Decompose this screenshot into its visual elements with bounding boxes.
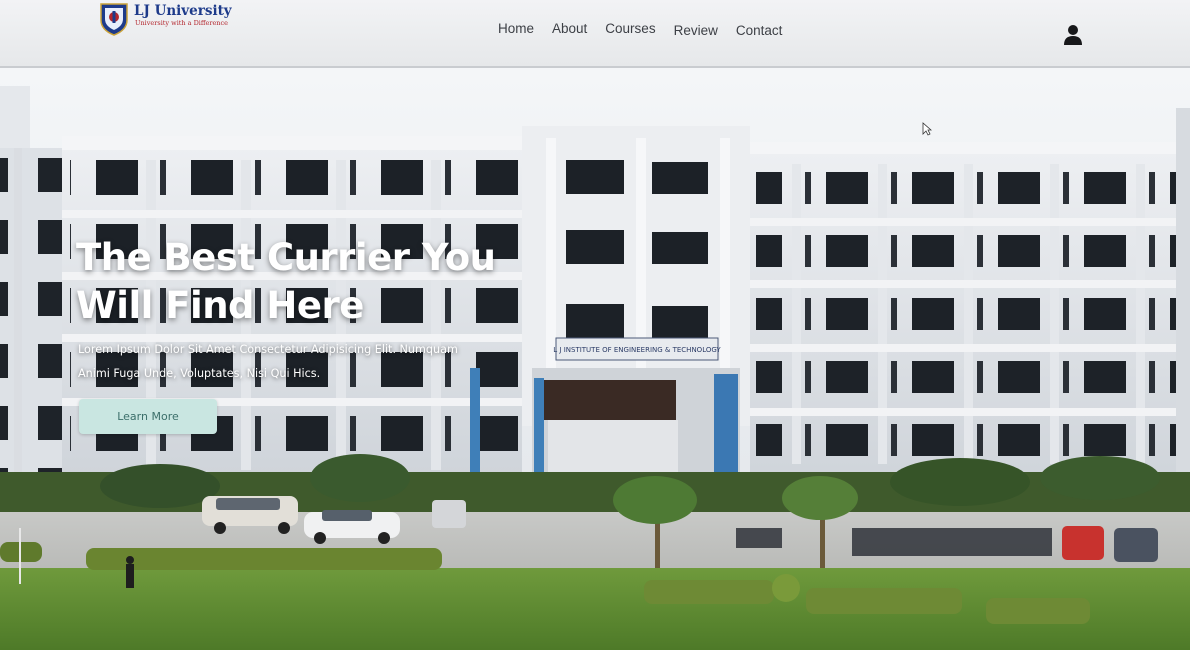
brand-name: LJ University <box>134 3 232 19</box>
university-crest-icon <box>100 3 128 36</box>
hero-section: L J INSTITUTE OF ENGINEERING & TECHNOLOG… <box>0 68 1190 650</box>
mouse-cursor-icon <box>922 122 932 136</box>
site-header: LJ University University with a Differen… <box>0 0 1190 68</box>
building-sign-text: L J INSTITUTE OF ENGINEERING & TECHNOLOG… <box>553 346 721 354</box>
main-nav: Home About Courses Review Contact <box>498 21 800 38</box>
user-account-button[interactable] <box>1063 24 1083 46</box>
hero-title: The Best Currier You Will Find Here <box>76 236 496 327</box>
user-icon <box>1064 25 1082 45</box>
brand-text: LJ University University with a Differen… <box>134 3 232 28</box>
learn-more-button[interactable]: Learn More <box>79 399 217 434</box>
brand-tagline: University with a Difference <box>135 19 228 27</box>
brand-logo[interactable]: LJ University University with a Differen… <box>98 2 232 36</box>
nav-link-about[interactable]: About <box>552 21 587 36</box>
nav-link-review[interactable]: Review <box>674 23 718 38</box>
nav-link-courses[interactable]: Courses <box>605 21 655 36</box>
nav-link-contact[interactable]: Contact <box>736 23 783 38</box>
hero-description: Lorem Ipsum Dolor Sit Amet Consectetur A… <box>78 343 458 380</box>
nav-link-home[interactable]: Home <box>498 21 534 36</box>
